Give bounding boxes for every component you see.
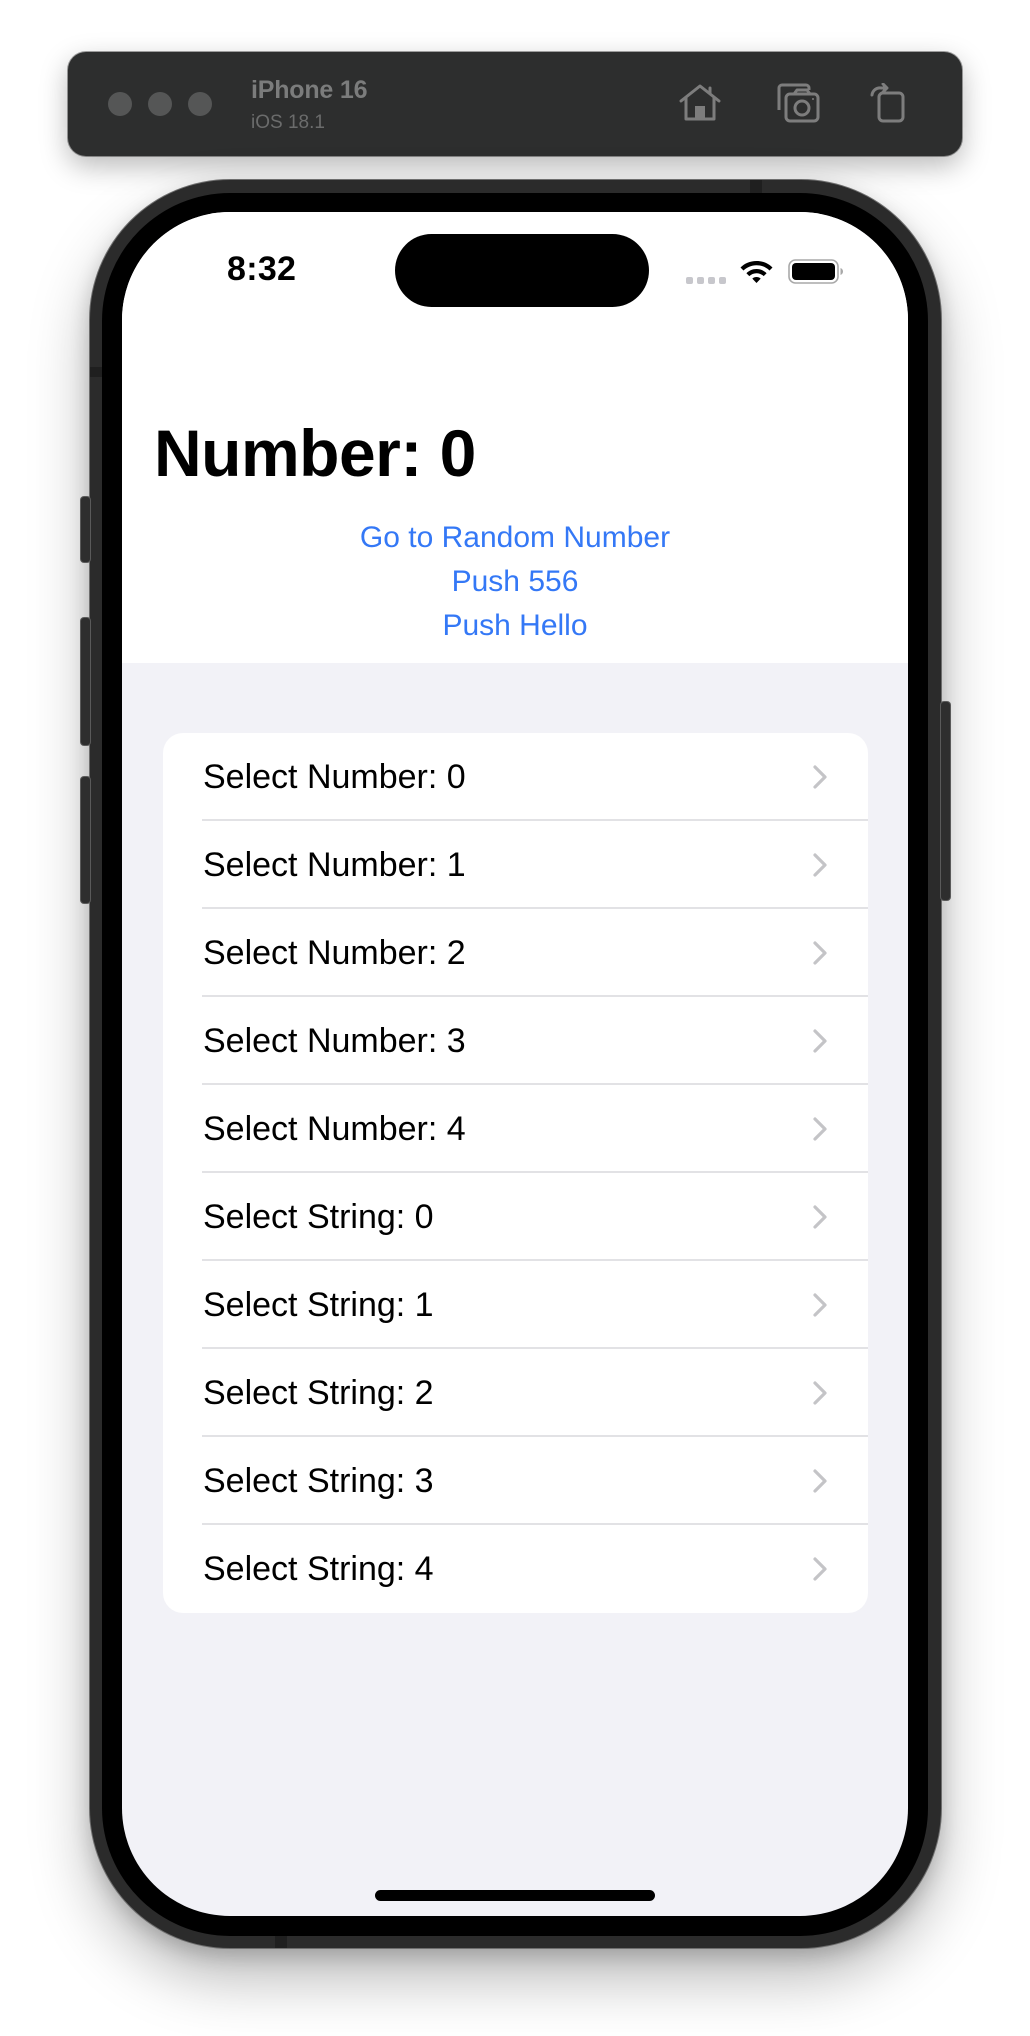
page-title: Number: 0 [154, 416, 476, 490]
list-item-label: Select String: 3 [203, 1462, 434, 1500]
dynamic-island [395, 234, 649, 307]
volume-up-button[interactable] [81, 618, 90, 745]
list-item-label: Select Number: 2 [203, 934, 466, 972]
chevron-right-icon [809, 1116, 831, 1142]
list-item[interactable]: Select String: 2 [163, 1349, 868, 1437]
list-item-label: Select String: 4 [203, 1550, 434, 1588]
antenna-band [750, 180, 762, 193]
status-time: 8:32 [227, 250, 297, 288]
list-item-label: Select String: 1 [203, 1286, 434, 1324]
home-button[interactable] [678, 83, 722, 123]
chevron-right-icon [809, 764, 831, 790]
list-item[interactable]: Select Number: 4 [163, 1085, 868, 1173]
chevron-right-icon [809, 1292, 831, 1318]
window-zoom-button[interactable] [188, 92, 212, 116]
antenna-band [275, 1936, 287, 1948]
chevron-right-icon [809, 1380, 831, 1406]
screenshot-button[interactable] [776, 83, 820, 123]
list-item-label: Select Number: 1 [203, 846, 466, 884]
chevron-right-icon [809, 940, 831, 966]
list-item[interactable]: Select Number: 1 [163, 821, 868, 909]
wifi-icon [739, 257, 774, 284]
chevron-right-icon [809, 1204, 831, 1230]
action-button[interactable] [81, 497, 90, 562]
list-item-label: Select Number: 0 [203, 758, 466, 796]
chevron-right-icon [809, 1556, 831, 1582]
window-minimize-button[interactable] [148, 92, 172, 116]
list-item-label: Select Number: 3 [203, 1022, 466, 1060]
home-icon [678, 83, 722, 123]
list-item[interactable]: Select Number: 3 [163, 997, 868, 1085]
selection-list: Select Number: 0 Select Number: 1 Select… [163, 733, 868, 1613]
list-item[interactable]: Select String: 4 [163, 1525, 868, 1613]
device-name: iPhone 16 [251, 76, 368, 104]
home-indicator[interactable] [375, 1890, 655, 1901]
list-item[interactable]: Select Number: 2 [163, 909, 868, 997]
go-to-random-number-link[interactable]: Go to Random Number [360, 516, 670, 560]
device-screen: 8:32 Number: 0 Go to Random Number Push … [122, 212, 908, 1916]
list-item[interactable]: Select Number: 0 [163, 733, 868, 821]
list-item[interactable]: Select String: 3 [163, 1437, 868, 1525]
battery-icon [788, 259, 844, 284]
list-item-label: Select String: 2 [203, 1374, 434, 1412]
list-item[interactable]: Select String: 1 [163, 1261, 868, 1349]
screenshot-icon [776, 83, 820, 123]
simulator-toolbar: iPhone 16 iOS 18.1 [68, 52, 962, 156]
device-os-version: iOS 18.1 [251, 112, 325, 133]
list-item-label: Select Number: 4 [203, 1110, 466, 1148]
navigation-links: Go to Random Number Push 556 Push Hello [122, 516, 908, 648]
power-button[interactable] [941, 702, 950, 900]
push-556-link[interactable]: Push 556 [452, 560, 579, 604]
rotate-button[interactable] [869, 83, 913, 123]
chevron-right-icon [809, 1028, 831, 1054]
list-item-label: Select String: 0 [203, 1198, 434, 1236]
volume-down-button[interactable] [81, 777, 90, 903]
list-item[interactable]: Select String: 0 [163, 1173, 868, 1261]
rotate-icon [869, 83, 913, 123]
chevron-right-icon [809, 1468, 831, 1494]
window-close-button[interactable] [108, 92, 132, 116]
antenna-band [90, 367, 102, 377]
cellular-signal-icon [686, 277, 726, 284]
chevron-right-icon [809, 852, 831, 878]
push-hello-link[interactable]: Push Hello [442, 604, 587, 648]
